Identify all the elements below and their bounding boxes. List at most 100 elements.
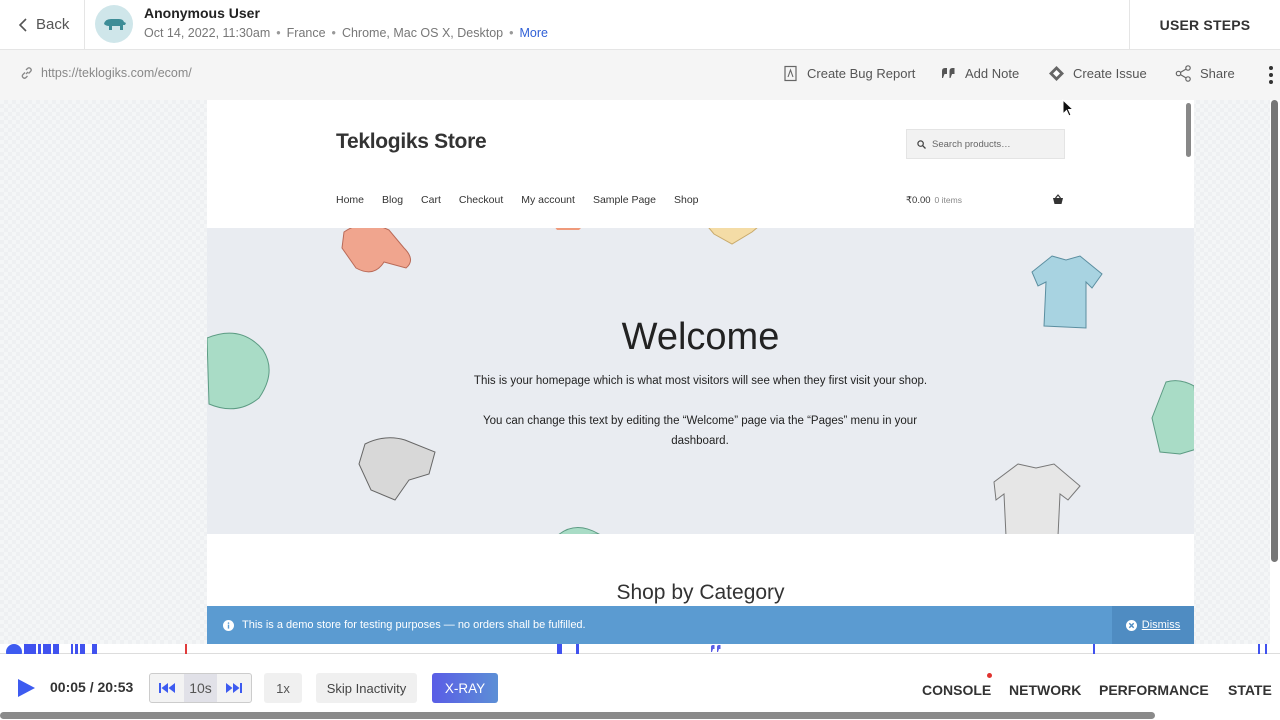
notice-message: This is a demo store for testing purpose… bbox=[223, 619, 586, 631]
xray-button[interactable]: X-RAY bbox=[432, 673, 498, 703]
page-url[interactable]: https://teklogiks.com/ecom/ bbox=[20, 66, 192, 80]
shirt-illustration-icon bbox=[708, 228, 758, 245]
timeline-event-marker[interactable] bbox=[53, 644, 59, 654]
playback-time: 00:05 / 20:53 bbox=[50, 679, 134, 695]
timeline-event-marker[interactable] bbox=[557, 644, 562, 654]
shirt-illustration-icon bbox=[555, 228, 581, 230]
url-text: https://teklogiks.com/ecom/ bbox=[41, 66, 192, 80]
timeline-event-marker[interactable] bbox=[43, 644, 51, 654]
horizontal-scrollbar-thumb[interactable] bbox=[0, 712, 1155, 719]
timeline-event-marker[interactable] bbox=[38, 644, 41, 654]
hero-banner: Welcome This is your homepage which is w… bbox=[207, 228, 1194, 534]
info-icon bbox=[223, 619, 234, 631]
timeline-event-marker[interactable] bbox=[71, 644, 73, 654]
quote-icon bbox=[942, 68, 955, 78]
timeline-event-marker[interactable] bbox=[1093, 644, 1095, 654]
add-note-button[interactable]: Add Note bbox=[940, 65, 1019, 82]
share-icon bbox=[1175, 65, 1191, 82]
site-nav: Home Blog Cart Checkout My account Sampl… bbox=[336, 194, 717, 206]
demo-store-notice: This is a demo store for testing purpose… bbox=[207, 606, 1194, 644]
chevron-left-icon bbox=[18, 17, 27, 32]
animal-avatar-icon bbox=[104, 19, 126, 30]
user-meta: Oct 14, 2022, 11:30am • France • Chrome,… bbox=[144, 26, 548, 40]
session-datetime: Oct 14, 2022, 11:30am bbox=[144, 26, 271, 40]
store-title[interactable]: Teklogiks Store bbox=[336, 130, 487, 154]
nav-my-account[interactable]: My account bbox=[521, 194, 575, 206]
skip-back-button[interactable] bbox=[150, 674, 184, 702]
site-scrollbar-thumb[interactable] bbox=[1186, 103, 1191, 157]
close-circle-icon bbox=[1125, 619, 1137, 631]
play-icon[interactable] bbox=[16, 678, 36, 698]
product-search-input[interactable]: Search products… bbox=[906, 129, 1065, 159]
create-bug-report-button[interactable]: Create Bug Report bbox=[782, 65, 915, 82]
section-title: Shop by Category bbox=[616, 581, 785, 604]
avatar bbox=[95, 5, 133, 43]
nav-sample-page[interactable]: Sample Page bbox=[593, 194, 656, 206]
playback-timeline[interactable] bbox=[0, 644, 1280, 660]
tab-network[interactable]: NETWORK bbox=[1009, 682, 1081, 698]
create-bug-report-label: Create Bug Report bbox=[807, 66, 916, 81]
nav-cart[interactable]: Cart bbox=[421, 194, 441, 206]
timeline-error-marker[interactable] bbox=[185, 644, 187, 654]
nav-home[interactable]: Home bbox=[336, 194, 364, 206]
timeline-event-marker[interactable] bbox=[75, 644, 78, 654]
timeline-event-marker[interactable] bbox=[24, 644, 36, 654]
separator-dot: • bbox=[276, 26, 281, 40]
cart-summary[interactable]: ₹0.00 0 items bbox=[906, 195, 962, 206]
share-label: Share bbox=[1200, 66, 1235, 81]
create-issue-button[interactable]: Create Issue bbox=[1048, 65, 1147, 82]
sweater-illustration-icon bbox=[341, 228, 411, 273]
nav-blog[interactable]: Blog bbox=[382, 194, 403, 206]
more-link[interactable]: More bbox=[520, 26, 548, 40]
tshirt-illustration-icon bbox=[993, 463, 1081, 534]
cart-amount: ₹0.00 bbox=[906, 195, 931, 206]
separator-dot: • bbox=[509, 26, 514, 40]
dismiss-button[interactable]: Dismiss bbox=[1112, 606, 1194, 644]
playback-controls: 00:05 / 20:53 10s 1x Skip Inactivity X-R… bbox=[0, 654, 1280, 720]
basket-icon[interactable] bbox=[1052, 194, 1064, 205]
dismiss-label: Dismiss bbox=[1141, 619, 1181, 631]
search-placeholder: Search products… bbox=[932, 138, 1011, 150]
diamond-icon bbox=[1049, 66, 1064, 81]
notice-text: This is a demo store for testing purpose… bbox=[242, 619, 586, 631]
hoodie-illustration-icon bbox=[1151, 380, 1194, 455]
back-button[interactable]: Back bbox=[0, 0, 85, 49]
more-options-icon[interactable] bbox=[1268, 66, 1274, 84]
timeline-event-marker[interactable] bbox=[80, 644, 85, 654]
user-name: Anonymous User bbox=[144, 5, 260, 21]
hero-paragraph: You can change this text by editing the … bbox=[482, 415, 918, 447]
replay-scrollbar-thumb[interactable] bbox=[1271, 100, 1278, 562]
bug-report-icon bbox=[784, 65, 797, 82]
tab-state[interactable]: STATE bbox=[1228, 682, 1272, 698]
timeline-event-marker[interactable] bbox=[576, 644, 579, 654]
session-header: Back Anonymous User Oct 14, 2022, 11:30a… bbox=[0, 0, 1280, 50]
skip-forward-button[interactable] bbox=[217, 674, 251, 702]
skip-amount[interactable]: 10s bbox=[183, 674, 218, 702]
cart-item-count: 0 items bbox=[934, 195, 962, 205]
search-icon bbox=[917, 139, 926, 149]
tab-performance[interactable]: PERFORMANCE bbox=[1099, 682, 1209, 698]
share-button[interactable]: Share bbox=[1175, 65, 1235, 82]
shirt-illustration-icon bbox=[558, 527, 600, 534]
timeline-event-marker[interactable] bbox=[1258, 644, 1260, 654]
session-country: France bbox=[286, 26, 326, 40]
session-environment: Chrome, Mac OS X, Desktop bbox=[341, 26, 504, 40]
url-bar: https://teklogiks.com/ecom/ Create Bug R… bbox=[0, 50, 1280, 100]
timeline-event-marker[interactable] bbox=[92, 644, 97, 654]
fast-forward-icon bbox=[226, 683, 243, 693]
playback-speed-button[interactable]: 1x bbox=[264, 673, 302, 703]
back-label: Back bbox=[36, 16, 70, 33]
nav-shop[interactable]: Shop bbox=[674, 194, 699, 206]
mouse-cursor-icon bbox=[1062, 99, 1074, 117]
console-error-indicator bbox=[987, 673, 992, 678]
tab-console[interactable]: CONSOLE bbox=[922, 682, 991, 698]
separator-dot: • bbox=[331, 26, 336, 40]
add-note-label: Add Note bbox=[965, 66, 1020, 81]
create-issue-label: Create Issue bbox=[1073, 66, 1147, 81]
nav-checkout[interactable]: Checkout bbox=[459, 194, 503, 206]
user-steps-button[interactable]: USER STEPS bbox=[1129, 0, 1280, 49]
note-marker-icon[interactable] bbox=[710, 644, 722, 652]
skip-inactivity-toggle[interactable]: Skip Inactivity bbox=[316, 673, 417, 703]
skip-control: 10s bbox=[149, 673, 252, 703]
timeline-event-marker[interactable] bbox=[1265, 644, 1267, 654]
